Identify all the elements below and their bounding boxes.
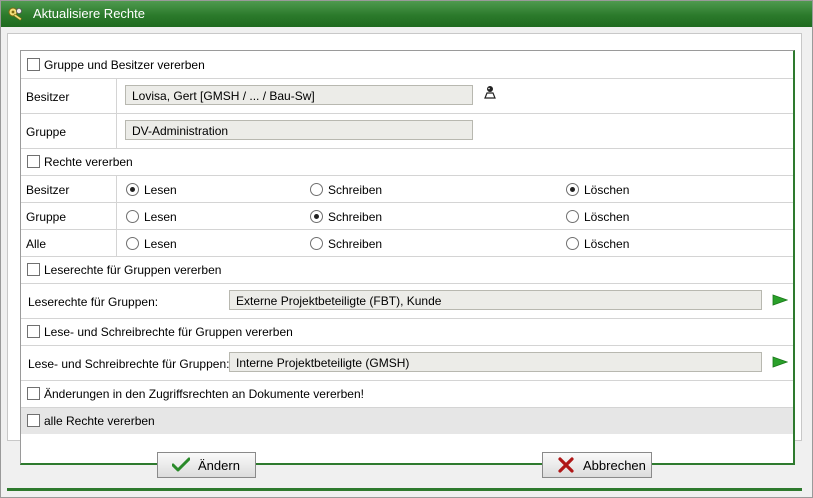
inherit-rights-label: Rechte vererben bbox=[44, 155, 133, 169]
readwrite-groups-row: Lese- und Schreibrechte für Gruppen: Int… bbox=[21, 346, 793, 381]
inherit-read-groups-label: Leserechte für Gruppen vererben bbox=[44, 263, 222, 277]
delete-label: Löschen bbox=[584, 210, 630, 224]
write-label: Schreiben bbox=[328, 237, 383, 251]
read-groups-row: Leserechte für Gruppen: Externe Projektb… bbox=[21, 284, 793, 319]
owner-read-radio[interactable] bbox=[126, 183, 139, 196]
inherit-rights-checkbox[interactable] bbox=[27, 155, 40, 168]
owner-write-radio[interactable] bbox=[310, 183, 323, 196]
readwrite-groups-label: Lese- und Schreibrechte für Gruppen: bbox=[28, 357, 230, 371]
inherit-all-checkbox[interactable] bbox=[27, 414, 40, 427]
read-label: Lesen bbox=[144, 210, 177, 224]
owner-field[interactable]: Lovisa, Gert [GMSH / ... / Bau-Sw] bbox=[125, 85, 473, 105]
permission-row-label: Gruppe bbox=[26, 210, 67, 224]
group-label: Gruppe bbox=[26, 125, 67, 139]
owner-label: Besitzer bbox=[26, 90, 70, 104]
inherit-document-changes-row: Änderungen in den Zugriffsrechten an Dok… bbox=[21, 381, 793, 408]
all-delete-radio[interactable] bbox=[566, 237, 579, 250]
inherit-read-groups-row: Leserechte für Gruppen vererben bbox=[21, 257, 793, 284]
group-delete-radio[interactable] bbox=[566, 210, 579, 223]
inherit-readwrite-groups-checkbox[interactable] bbox=[27, 325, 40, 338]
inherit-all-label: alle Rechte vererben bbox=[44, 414, 155, 428]
footer-divider bbox=[7, 488, 802, 491]
dialog-window: Aktualisiere Rechte Gruppe und Besitzer … bbox=[0, 0, 813, 498]
delete-label: Löschen bbox=[584, 237, 630, 251]
permission-row-all: Alle Lesen Schreiben Löschen bbox=[21, 230, 793, 257]
inherit-group-owner-checkbox[interactable] bbox=[27, 58, 40, 71]
play-arrow-icon[interactable] bbox=[772, 294, 788, 306]
permission-row-label: Alle bbox=[26, 237, 47, 251]
person-select-icon[interactable] bbox=[484, 85, 496, 99]
save-button[interactable]: Ändern bbox=[157, 452, 256, 478]
group-write-radio[interactable] bbox=[310, 210, 323, 223]
group-row: Gruppe DV-Administration bbox=[21, 114, 793, 149]
save-button-label: Ändern bbox=[198, 458, 240, 473]
read-groups-label: Leserechte für Gruppen: bbox=[28, 295, 159, 309]
inherit-readwrite-groups-label: Lese- und Schreibrechte für Gruppen vere… bbox=[44, 325, 293, 339]
window-title: Aktualisiere Rechte bbox=[33, 6, 145, 21]
inherit-rights-row: Rechte vererben bbox=[21, 149, 793, 176]
inherit-group-owner-label: Gruppe und Besitzer vererben bbox=[44, 58, 205, 72]
write-label: Schreiben bbox=[328, 183, 383, 197]
cancel-button[interactable]: Abbrechen bbox=[542, 452, 652, 478]
read-label: Lesen bbox=[144, 183, 177, 197]
group-field[interactable]: DV-Administration bbox=[125, 120, 473, 140]
inherit-read-groups-checkbox[interactable] bbox=[27, 263, 40, 276]
inherit-document-changes-checkbox[interactable] bbox=[27, 387, 40, 400]
owner-row: Besitzer Lovisa, Gert [GMSH / ... / Bau-… bbox=[21, 79, 793, 114]
delete-label: Löschen bbox=[584, 183, 630, 197]
check-icon bbox=[172, 457, 190, 472]
title-bar[interactable]: Aktualisiere Rechte bbox=[1, 1, 812, 27]
permission-row-owner: Besitzer Lesen Schreiben Löschen bbox=[21, 176, 793, 203]
inherit-all-row: alle Rechte vererben bbox=[21, 408, 793, 434]
keys-icon bbox=[8, 7, 22, 21]
inherit-document-changes-label: Änderungen in den Zugriffsrechten an Dok… bbox=[44, 387, 364, 401]
rights-form: Gruppe und Besitzer vererben Besitzer Lo… bbox=[20, 50, 795, 465]
inherit-group-owner-row: Gruppe und Besitzer vererben bbox=[21, 51, 793, 79]
write-label: Schreiben bbox=[328, 210, 383, 224]
all-write-radio[interactable] bbox=[310, 237, 323, 250]
permission-row-label: Besitzer bbox=[26, 183, 70, 197]
cancel-button-label: Abbrechen bbox=[583, 458, 646, 473]
owner-delete-radio[interactable] bbox=[566, 183, 579, 196]
all-read-radio[interactable] bbox=[126, 237, 139, 250]
play-arrow-icon[interactable] bbox=[772, 356, 788, 368]
close-icon bbox=[558, 457, 574, 473]
group-read-radio[interactable] bbox=[126, 210, 139, 223]
permission-row-group: Gruppe Lesen Schreiben Löschen bbox=[21, 203, 793, 230]
read-label: Lesen bbox=[144, 237, 177, 251]
read-groups-field[interactable]: Externe Projektbeteiligte (FBT), Kunde bbox=[229, 290, 762, 310]
readwrite-groups-field[interactable]: Interne Projektbeteiligte (GMSH) bbox=[229, 352, 762, 372]
dialog-content: Gruppe und Besitzer vererben Besitzer Lo… bbox=[7, 33, 802, 465]
inherit-readwrite-groups-row: Lese- und Schreibrechte für Gruppen vere… bbox=[21, 319, 793, 346]
